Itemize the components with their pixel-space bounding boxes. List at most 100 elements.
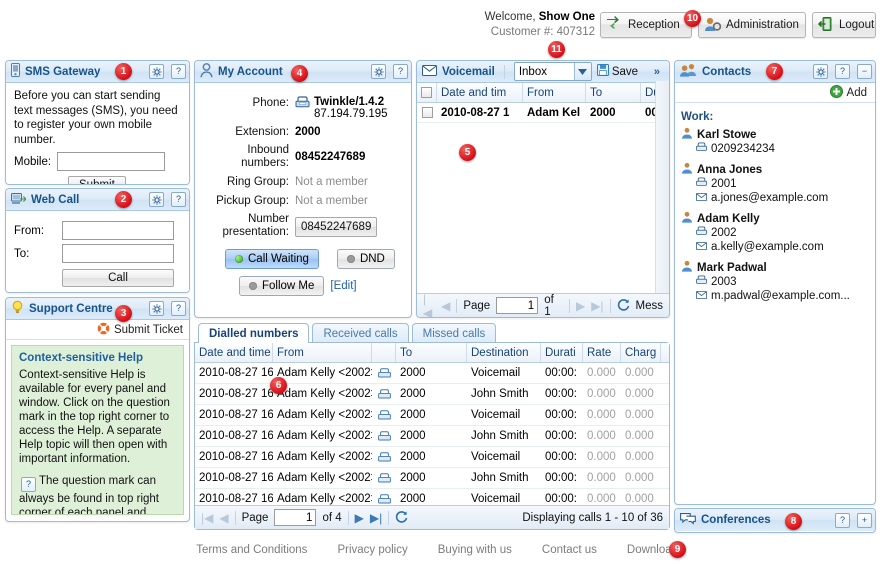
footer-link-contact[interactable]: Contact us <box>542 544 597 556</box>
cell-duration: 00:00: <box>545 472 577 484</box>
footer-link-buying[interactable]: Buying with us <box>438 544 512 556</box>
call-log-pager: |◀ ◀ Page of 4 ▶ ▶| Displaying calls 1 -… <box>195 505 669 529</box>
footer-link-terms[interactable]: Terms and Conditions <box>196 544 307 556</box>
call-log-first-page-button[interactable]: |◀ <box>201 511 213 525</box>
cell-from: Adam Kelly <2002> <box>277 430 372 442</box>
gear-icon[interactable] <box>149 301 164 316</box>
table-row[interactable]: 2010-08-27 16: Adam Kelly <2002> 2000 Jo… <box>195 384 669 405</box>
voicemail-prev-page-button[interactable]: ◀ <box>441 299 450 313</box>
sms-submit-button[interactable]: Submit <box>68 176 126 184</box>
table-row[interactable]: 2010-08-27 16: Adam Kelly <2002> 2000 Vo… <box>195 405 669 426</box>
administration-button[interactable]: Administration <box>698 12 806 38</box>
call-direction-phone-icon <box>372 363 396 383</box>
voicemail-scrollbar[interactable] <box>655 81 669 293</box>
call-log-column-duration[interactable]: Durati <box>541 343 583 362</box>
contacts-add-bar[interactable]: Add <box>675 83 875 103</box>
logout-button[interactable]: Logout <box>812 12 876 38</box>
table-row[interactable]: 2010-08-27 16: Adam Kelly <2002> 2000 Jo… <box>195 468 669 489</box>
tab-dialled-numbers[interactable]: Dialled numbers <box>198 323 310 343</box>
web-call-body: From: To: Call <box>6 211 189 292</box>
web-call-title: Web Call <box>31 193 80 206</box>
question-mark-icon[interactable]: ? <box>171 192 186 207</box>
cell-charge: 0.000 <box>625 409 654 421</box>
gear-icon[interactable] <box>813 64 828 79</box>
voicemail-save-button[interactable]: Save <box>596 64 638 79</box>
call-log-column-from[interactable]: From <box>273 343 372 362</box>
gear-icon[interactable] <box>149 192 164 207</box>
contact-name: Adam Kelly <box>697 212 760 225</box>
follow-me-toggle[interactable]: Follow Me <box>239 276 325 296</box>
voicemail-more-icon[interactable]: » <box>654 66 660 78</box>
call-log-column-charge[interactable]: Charg <box>621 343 661 362</box>
contact-name: Anna Jones <box>697 163 763 176</box>
voicemail-pager: |◀ ◀ Page of 1 ▶ ▶| Mess <box>417 292 669 318</box>
call-log-column-to[interactable]: To <box>396 343 467 362</box>
question-mark-icon[interactable]: ? <box>835 512 850 528</box>
contact-phone: 2001 <box>711 178 737 190</box>
call-log-prev-page-button[interactable]: ◀ <box>219 511 228 525</box>
footer-link-privacy[interactable]: Privacy policy <box>337 544 407 556</box>
voicemail-page-input[interactable] <box>496 297 539 314</box>
add-circle-icon <box>829 84 843 101</box>
table-row[interactable]: 2010-08-27 16: Adam Kelly <2002> 2000 Vo… <box>195 489 669 505</box>
call-log-next-page-button[interactable]: ▶ <box>355 511 364 525</box>
follow-me-edit-link[interactable]: [Edit] <box>330 280 356 292</box>
table-row[interactable]: 2010-08-27 16: Adam Kelly <2002> 2000 Vo… <box>195 447 669 468</box>
context-help-paragraph: Context-sensitive Help is available for … <box>19 369 170 465</box>
refresh-icon[interactable] <box>395 510 408 526</box>
voicemail-row[interactable]: 2010-08-27 1 Adam Kel 2000 00:00 <box>417 103 669 123</box>
voicemail-select-all-checkbox[interactable] <box>417 83 437 102</box>
expand-icon[interactable]: + <box>857 512 872 528</box>
web-call-call-button[interactable]: Call <box>62 269 174 287</box>
voicemail-folder-select[interactable]: Inbox <box>513 62 592 81</box>
voicemail-column-date[interactable]: Date and tim <box>437 83 523 102</box>
submit-ticket-bar[interactable]: Submit Ticket <box>6 320 189 340</box>
number-presentation-value[interactable]: 08452247689 <box>295 217 378 237</box>
sms-mobile-input[interactable] <box>57 152 166 171</box>
web-call-to-input[interactable] <box>62 244 174 263</box>
minimize-icon[interactable]: − <box>857 64 872 79</box>
gear-icon[interactable] <box>149 64 164 79</box>
list-item[interactable]: Anna Jones 2001 a.jones@example.com <box>681 162 875 205</box>
voicemail-column-from[interactable]: From <box>523 83 586 102</box>
question-mark-icon: ? <box>21 477 36 492</box>
chevron-down-icon[interactable] <box>573 63 591 80</box>
voicemail-row-checkbox[interactable] <box>417 103 437 122</box>
table-row[interactable]: 2010-08-27 16: Adam Kelly <2002> 2000 Vo… <box>195 363 669 384</box>
voicemail-messages-label[interactable]: Mess <box>636 300 663 312</box>
cell-to: 2000 <box>400 430 426 442</box>
voicemail-next-page-button[interactable]: ▶ <box>576 299 585 313</box>
conferences-header: Conferences ? + <box>675 509 875 531</box>
voicemail-last-page-button[interactable]: ▶| <box>591 299 603 313</box>
reception-button[interactable]: Reception <box>600 12 692 38</box>
list-item[interactable]: Mark Padwal 2003 m.padwal@example.com... <box>681 260 875 303</box>
web-call-from-input[interactable] <box>62 221 174 240</box>
tab-received-calls[interactable]: Received calls <box>312 323 409 343</box>
call-log-column-destination[interactable]: Destination <box>467 343 541 362</box>
call-waiting-toggle[interactable]: Call Waiting <box>225 249 319 269</box>
question-mark-icon[interactable]: ? <box>171 301 186 316</box>
call-log-column-date[interactable]: Date and time <box>195 343 273 362</box>
voicemail-first-page-button[interactable]: |◀ <box>423 292 435 318</box>
call-log-column-icon[interactable] <box>372 343 396 362</box>
gear-icon[interactable] <box>371 64 386 79</box>
call-log-page-input[interactable] <box>274 509 317 526</box>
cell-duration: 00:00: <box>545 451 577 463</box>
question-mark-icon[interactable]: ? <box>393 64 408 79</box>
voicemail-title: Voicemail <box>442 65 495 78</box>
call-log-column-rate[interactable]: Rate <box>583 343 621 362</box>
refresh-icon[interactable] <box>617 298 630 314</box>
question-mark-icon[interactable]: ? <box>171 64 186 79</box>
question-mark-icon[interactable]: ? <box>835 64 850 79</box>
call-log-last-page-button[interactable]: ▶| <box>370 511 382 525</box>
list-item[interactable]: Karl Stowe 0209234234 <box>681 127 875 156</box>
welcome-block: Welcome, Show One Customer #: 407312 <box>430 10 595 40</box>
tab-missed-calls[interactable]: Missed calls <box>411 323 497 343</box>
voicemail-page-label: Page <box>463 299 491 312</box>
list-item[interactable]: Adam Kelly 2002 a.kelly@example.com <box>681 211 875 254</box>
callout-marker-8: 8 <box>785 513 802 530</box>
dnd-toggle[interactable]: DND <box>336 249 395 269</box>
table-row[interactable]: 2010-08-27 16: Adam Kelly <2002> 2000 Jo… <box>195 426 669 447</box>
voicemail-column-to[interactable]: To <box>586 83 641 102</box>
callout-marker-7: 7 <box>766 63 783 80</box>
